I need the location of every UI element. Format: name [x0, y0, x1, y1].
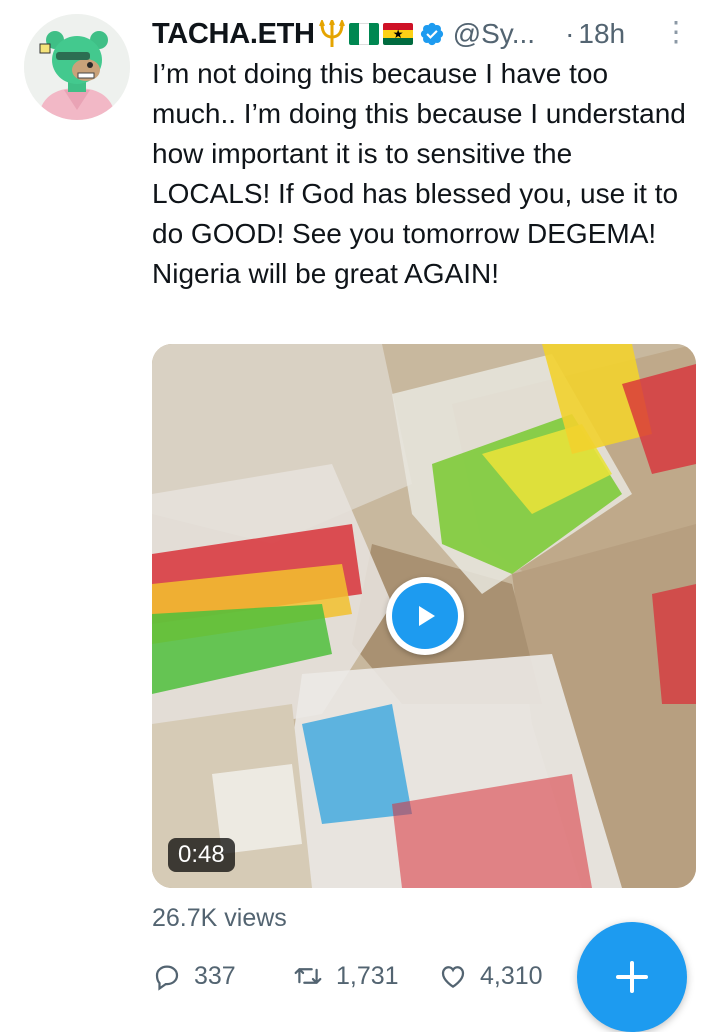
- plus-icon: [612, 957, 652, 997]
- retweet-icon: [292, 961, 324, 991]
- author-name[interactable]: TACHA.ETH: [152, 18, 315, 51]
- view-count: 26.7K views: [152, 904, 287, 932]
- compose-tweet-button[interactable]: [577, 922, 687, 1032]
- play-button[interactable]: [386, 577, 464, 655]
- play-icon: [392, 583, 458, 649]
- verified-badge-icon: [419, 21, 445, 47]
- video-duration: 0:48: [168, 838, 235, 872]
- tweet-timestamp[interactable]: 18h: [578, 18, 625, 50]
- tweet-text: I’m not doing this because I have too mu…: [152, 58, 686, 289]
- like-button[interactable]: 4,310: [438, 961, 568, 991]
- author-avatar[interactable]: [24, 14, 130, 120]
- ghana-flag-icon: ★: [382, 23, 413, 45]
- like-count: 4,310: [480, 961, 543, 990]
- nigeria-flag-icon: [348, 23, 379, 45]
- trident-icon: [318, 20, 345, 48]
- action-bar: 337 1,731 4,310: [152, 955, 568, 997]
- more-options-icon[interactable]: ⋮: [662, 18, 690, 46]
- reply-button[interactable]: 337: [152, 961, 292, 991]
- video-player[interactable]: 0:48: [152, 344, 696, 888]
- reply-count: 337: [194, 961, 236, 990]
- retweet-button[interactable]: 1,731: [292, 961, 438, 991]
- author-handle[interactable]: @Sy...: [453, 18, 535, 50]
- tweet-header: TACHA.ETH ★ @Sy... · 18h ⋮: [152, 14, 692, 54]
- heart-icon: [438, 961, 468, 991]
- retweet-count: 1,731: [336, 961, 399, 990]
- separator-dot: ·: [565, 18, 575, 49]
- name-emoji-group: ★: [317, 20, 413, 48]
- reply-icon: [152, 961, 182, 991]
